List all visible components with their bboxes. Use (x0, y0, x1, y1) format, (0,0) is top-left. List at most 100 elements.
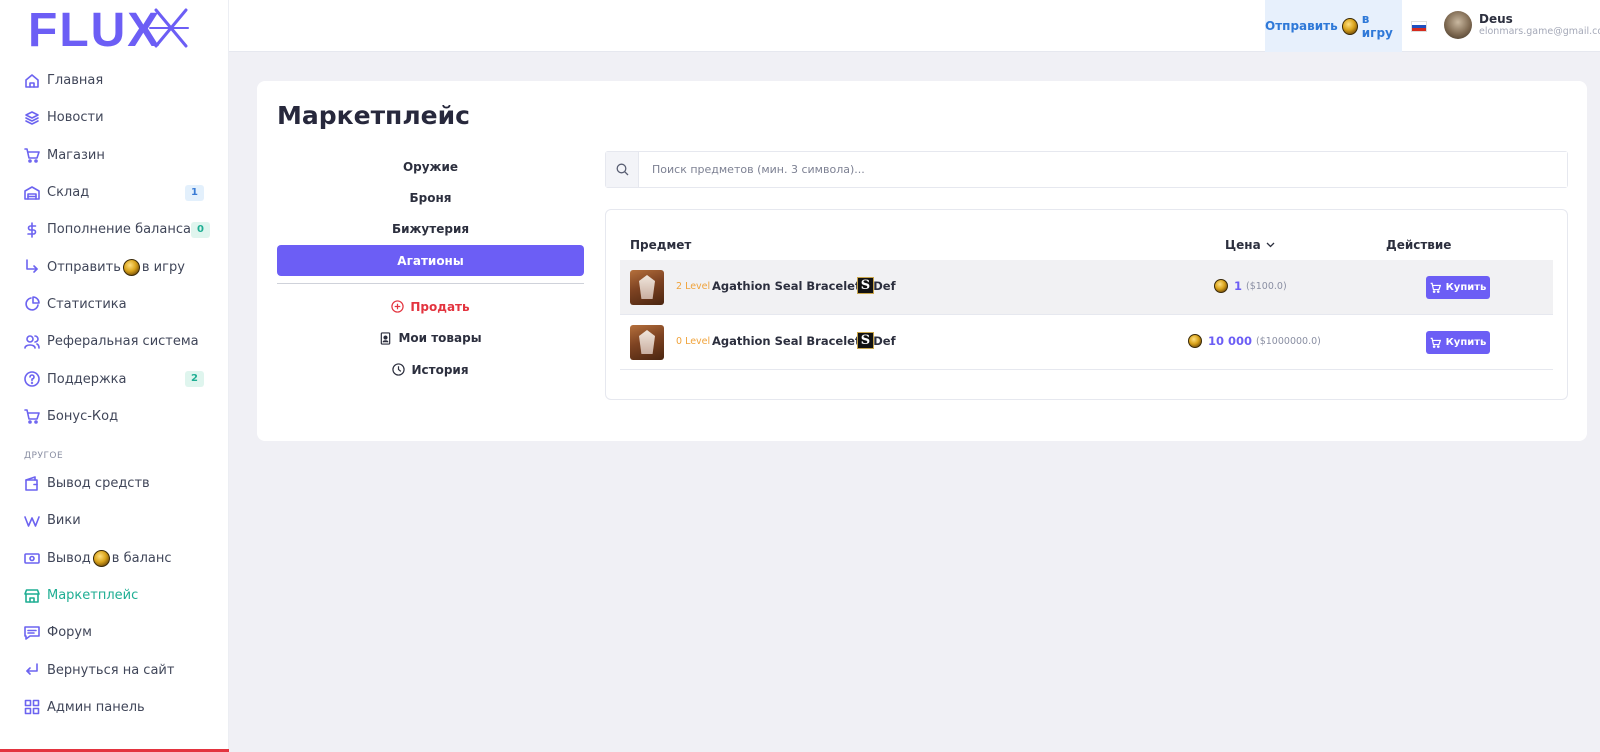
forum-icon (24, 625, 40, 641)
sidebar-item-label: Форум (47, 625, 92, 641)
agathion-bracelet-image (630, 270, 664, 305)
store-icon (24, 588, 40, 604)
support-badge: 2 (185, 371, 204, 388)
send-to-game-button[interactable]: Отправить в игру (1265, 0, 1402, 52)
sidebar-item-label: Реферальная система (47, 334, 199, 350)
sidebar-item-statistics[interactable]: Статистика (0, 286, 229, 323)
send-to-game-label: Отправить (1265, 19, 1338, 33)
item-price: 1 ($100.0) (1212, 279, 1287, 293)
clock-icon (392, 363, 406, 377)
sidebar-item-label: Магазин (47, 147, 105, 163)
category-list: Оружие Броня Бижутерия Агатионы Продать … (277, 151, 584, 386)
sidebar-nav: Главная Новости Магазин Склад 1 Пополнен… (0, 62, 229, 726)
sidebar-item-label: Главная (47, 73, 104, 89)
sidebar-item-label-suffix: в игру (141, 259, 185, 275)
item-search (605, 151, 1568, 188)
sidebar-item-withdraw-to-balance[interactable]: Вывод в баланс (0, 540, 229, 577)
item-level: 0 Level (676, 336, 711, 347)
table-row: 2 Level Agathion Seal Bracelet - Def S 1… (620, 260, 1553, 315)
user-email: elonmars.game@gmail.com (1479, 26, 1600, 37)
sidebar-item-label: Вывод (47, 550, 91, 566)
cart-icon (1430, 282, 1441, 293)
category-weapons[interactable]: Оружие (277, 151, 584, 182)
sidebar-item-label: Вернуться на сайт (47, 662, 175, 678)
category-armor[interactable]: Броня (277, 182, 584, 213)
buy-button[interactable]: Купить (1426, 331, 1490, 354)
history-button[interactable]: История (277, 354, 584, 386)
sidebar-item-return-to-site[interactable]: Вернуться на сайт (0, 651, 229, 688)
sidebar-item-label: Пополнение баланса (47, 222, 191, 238)
sidebar-item-forum[interactable]: Форум (0, 614, 229, 651)
column-header-item: Предмет (630, 238, 692, 252)
search-input[interactable] (639, 152, 1567, 187)
sell-label: Продать (410, 299, 470, 314)
sidebar-item-marketplace[interactable]: Маркетплейс (0, 577, 229, 614)
divider (277, 283, 584, 285)
avatar[interactable] (1444, 11, 1472, 39)
history-label: История (411, 362, 469, 377)
sidebar-item-label: Вики (47, 513, 81, 529)
category-agathions[interactable]: Агатионы (277, 245, 584, 277)
price-value: 1 (1234, 279, 1243, 293)
category-jewelry[interactable]: Бижутерия (277, 214, 584, 245)
sidebar: FLUX Главная Новости Магазин Склад 1 Поп… (0, 0, 229, 752)
sidebar-item-label-suffix: в баланс (111, 550, 172, 566)
send-to-game-label-suffix: в игру (1361, 12, 1393, 40)
sell-button[interactable]: Продать (277, 291, 584, 323)
agathion-bracelet-image (630, 325, 664, 360)
sidebar-item-warehouse[interactable]: Склад 1 (0, 174, 229, 211)
language-flag-ru-icon[interactable] (1411, 21, 1427, 32)
plus-circle-icon (391, 300, 405, 314)
sidebar-item-shop[interactable]: Магазин (0, 137, 229, 174)
balance-badge: 0 (190, 221, 210, 238)
buy-button[interactable]: Купить (1426, 276, 1490, 299)
sidebar-item-label: Бонус-Код (47, 408, 119, 424)
sidebar-item-label: Маркетплейс (47, 588, 139, 603)
sidebar-item-send-to-game[interactable]: Отправить в игру (0, 248, 229, 285)
table-row: 0 Level Agathion Seal Bracelet - Def S 1… (620, 315, 1553, 370)
coin-icon (92, 549, 110, 567)
sidebar-item-home[interactable]: Главная (0, 62, 229, 99)
users-icon (24, 334, 40, 350)
sidebar-item-news[interactable]: Новости (0, 99, 229, 136)
column-header-price-label: Цена (1225, 238, 1261, 252)
price-value: 10 000 (1208, 334, 1253, 348)
chevron-down-icon (1266, 242, 1275, 248)
sidebar-item-wiki[interactable]: Вики (0, 502, 229, 539)
dollar-icon (24, 222, 40, 238)
price-usd: ($1000000.0) (1256, 335, 1321, 347)
layers-icon (24, 110, 40, 126)
svg-text:FLUX: FLUX (28, 6, 161, 52)
sidebar-item-referral[interactable]: Реферальная система (0, 323, 229, 360)
wallet-icon (24, 475, 40, 492)
column-header-price[interactable]: Цена (1225, 238, 1275, 252)
grid-icon (24, 699, 40, 715)
sidebar-item-label: Новости (47, 110, 104, 126)
coin-icon (1214, 279, 1228, 293)
sidebar-item-label: Отправить (47, 259, 121, 275)
contact-card-icon (381, 332, 391, 345)
sidebar-item-label: Поддержка (47, 371, 127, 387)
my-items-button[interactable]: Мои товары (277, 323, 584, 355)
cash-icon (24, 550, 40, 566)
warehouse-icon (24, 185, 40, 201)
cart-icon (1430, 337, 1441, 348)
marketplace-card: Маркетплейс Оружие Броня Бижутерия Агати… (257, 81, 1587, 441)
sidebar-item-withdraw[interactable]: Вывод средств (0, 465, 229, 502)
sidebar-item-support[interactable]: Поддержка 2 (0, 360, 229, 397)
user-name[interactable]: Deus (1479, 12, 1513, 26)
buy-label: Купить (1445, 337, 1487, 348)
cart-icon (24, 408, 40, 425)
sidebar-item-label: Склад (47, 185, 90, 201)
sidebar-item-topup[interactable]: Пополнение баланса 0 (0, 211, 229, 248)
flux-logo[interactable]: FLUX (28, 6, 198, 52)
column-header-action: Действие (1386, 238, 1452, 252)
buy-label: Купить (1445, 282, 1487, 293)
items-table: Предмет Цена Действие 2 Level Agathion S… (605, 209, 1568, 400)
sidebar-item-label: Вывод средств (47, 476, 150, 492)
home-icon (24, 73, 40, 89)
sidebar-item-admin-panel[interactable]: Админ панель (0, 689, 229, 726)
coin-icon (1188, 334, 1202, 348)
sidebar-item-bonus-code[interactable]: Бонус-Код (0, 398, 229, 435)
item-price: 10 000 ($1000000.0) (1186, 334, 1321, 348)
